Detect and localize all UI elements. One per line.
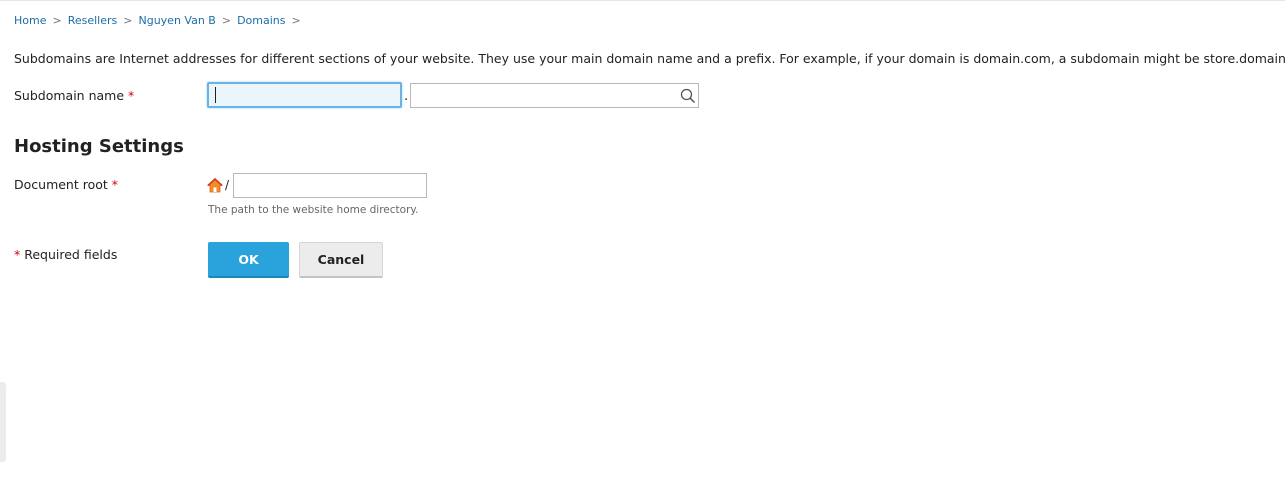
document-root-label-text: Document root (14, 177, 108, 192)
breadcrumb-separator: > (52, 14, 62, 27)
page: Home > Resellers > Nguyen Van B > Domain… (0, 0, 1285, 478)
breadcrumb-resellers[interactable]: Resellers (68, 14, 118, 27)
required-asterisk: * (128, 88, 135, 103)
domain-dot-separator: . (404, 89, 409, 104)
required-fields-note: * Required fields (14, 247, 117, 262)
breadcrumb-separator: > (221, 14, 232, 27)
subdomain-name-label-text: Subdomain name (14, 88, 125, 103)
subdomain-name-input[interactable] (207, 82, 402, 108)
subdomain-name-label: Subdomain name * (14, 88, 134, 103)
required-asterisk: * (14, 247, 21, 262)
required-fields-text: Required fields (24, 247, 118, 262)
search-icon[interactable] (680, 88, 696, 104)
home-icon (206, 177, 224, 193)
text-cursor (215, 87, 216, 103)
document-root-label: Document root * (14, 177, 118, 192)
document-root-input[interactable] (233, 173, 427, 198)
side-panel-handle[interactable] (0, 382, 6, 462)
document-root-prefix: / (225, 178, 230, 192)
breadcrumb-separator: > (291, 14, 301, 27)
document-root-hint: The path to the website home directory. (208, 204, 419, 216)
ok-button[interactable]: OK (208, 242, 289, 278)
breadcrumb-reseller-name[interactable]: Nguyen Van B (138, 14, 215, 27)
hosting-settings-heading: Hosting Settings (14, 136, 184, 157)
breadcrumb-domains[interactable]: Domains (237, 14, 285, 27)
breadcrumb: Home > Resellers > Nguyen Van B > Domain… (14, 14, 307, 27)
breadcrumb-separator: > (123, 14, 133, 27)
parent-domain-combobox[interactable] (410, 83, 699, 108)
breadcrumb-home[interactable]: Home (14, 14, 46, 27)
page-description: Subdomains are Internet addresses for di… (14, 51, 1285, 66)
required-asterisk: * (111, 177, 119, 192)
cancel-button[interactable]: Cancel (299, 242, 383, 278)
